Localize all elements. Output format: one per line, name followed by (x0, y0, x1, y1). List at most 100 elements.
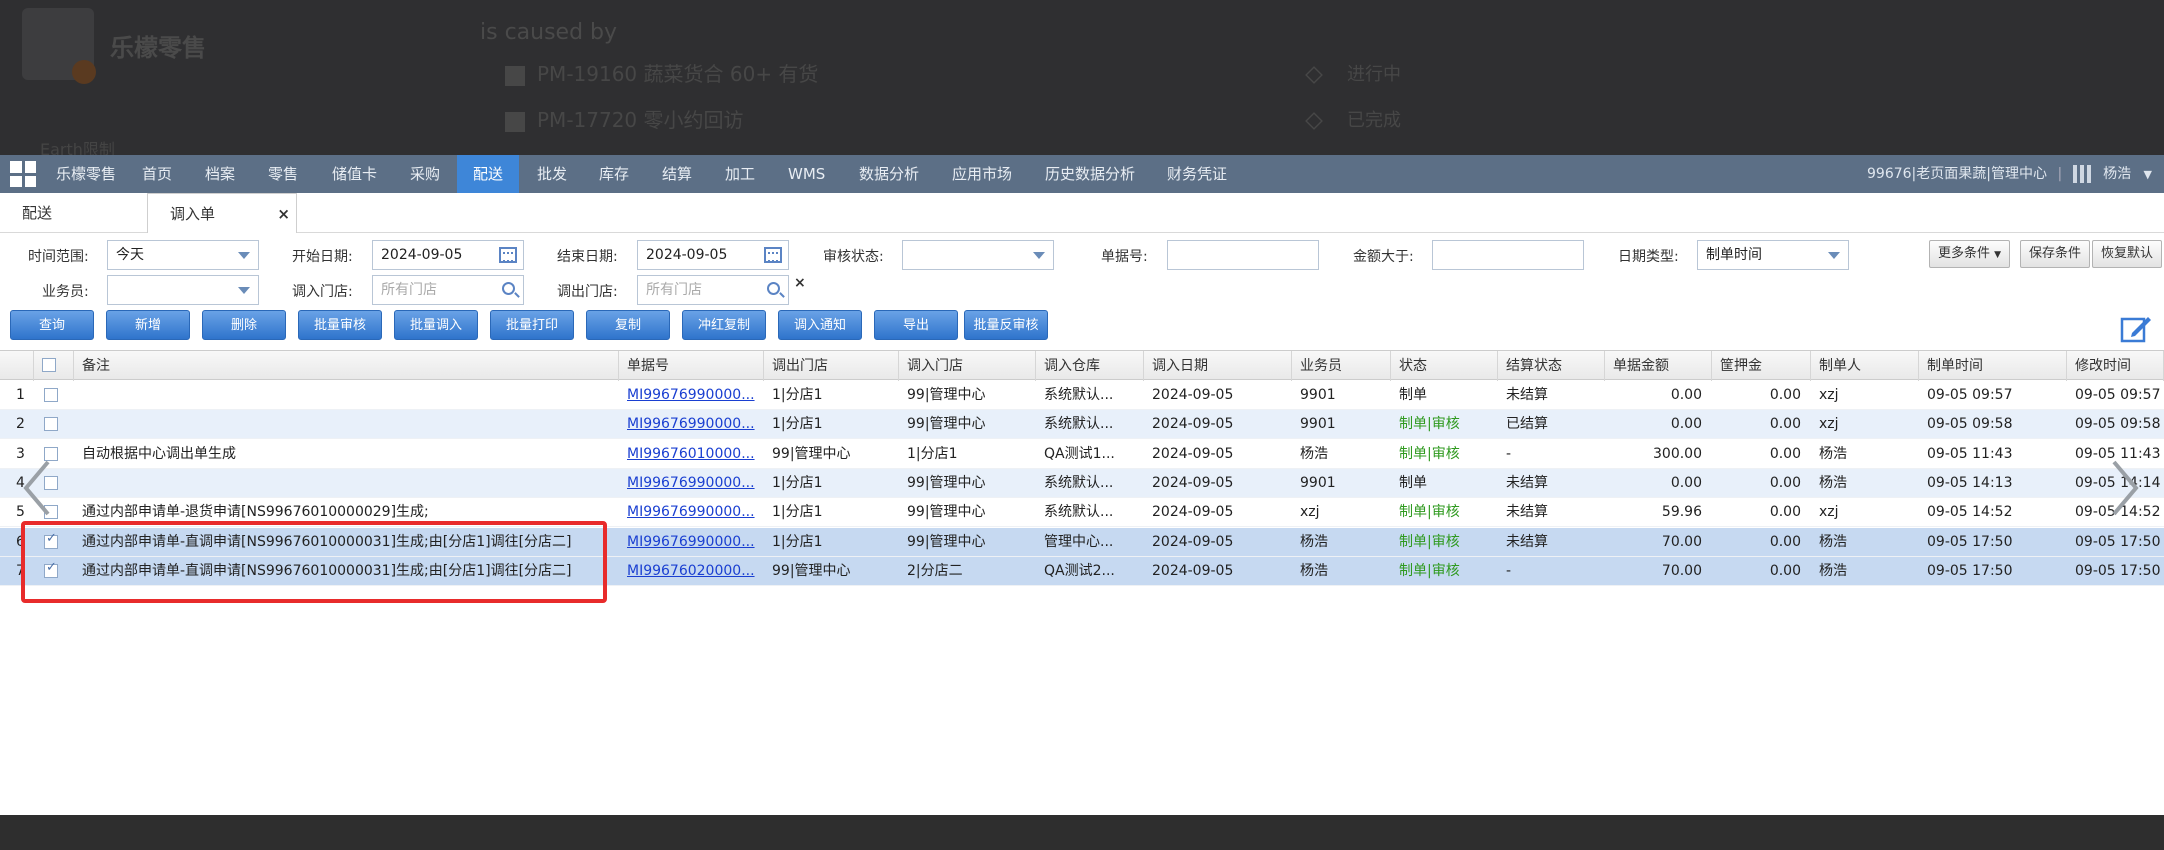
cell-doc[interactable]: MI99676010000... (619, 440, 764, 469)
nav-item[interactable]: 库存 (589, 155, 639, 193)
header-note[interactable]: 备注 (74, 351, 619, 381)
search-icon[interactable] (767, 282, 780, 295)
cell-doc[interactable]: MI99676990000... (619, 410, 764, 439)
nav-item[interactable]: 零售 (258, 155, 308, 193)
select-all-checkbox[interactable] (42, 358, 56, 372)
delete-button[interactable]: 删除 (202, 310, 286, 340)
nav-item[interactable]: 历史数据分析 (1035, 155, 1145, 193)
cell-settle: 已结算 (1506, 416, 1548, 433)
batch-unaudit-button[interactable]: 批量反审核 (964, 310, 1048, 340)
nav-item[interactable]: 批发 (527, 155, 577, 193)
in-store-input[interactable]: 所有门店 (372, 275, 524, 305)
header-status[interactable]: 状态 (1391, 351, 1498, 381)
header-in-store[interactable]: 调入门店 (899, 351, 1036, 381)
cell-settle: 未结算 (1506, 474, 1548, 491)
edit-icon[interactable] (2120, 313, 2152, 343)
row-checkbox[interactable] (44, 417, 58, 432)
salesman-select[interactable] (107, 275, 259, 305)
header-modify-time[interactable]: 修改时间 (2067, 351, 2164, 381)
header-make-time[interactable]: 制单时间 (1919, 351, 2067, 381)
page: 乐檬零售 Earth限制 is caused by PM-19160 蔬菜货合 … (0, 0, 2164, 850)
save-conditions-button[interactable]: 保存条件 (2020, 240, 2091, 268)
cell-doc[interactable]: MI99676990000... (619, 381, 764, 410)
header-date[interactable]: 调入日期 (1144, 351, 1292, 381)
tab-transfer-in[interactable]: 调入单 × (147, 193, 297, 234)
header-warehouse[interactable]: 调入仓库 (1036, 351, 1144, 381)
cell-sales: xzj (1300, 504, 1320, 521)
cell-note (74, 410, 619, 439)
table-row[interactable]: 2 MI99676990000... 1|分店1 99|管理中心 系统默认... 2024… (0, 410, 2164, 440)
bottom-band (0, 815, 2164, 850)
batch-transfer-in-button[interactable]: 批量调入 (394, 310, 478, 340)
nav-item-active[interactable]: 配送 (457, 155, 519, 193)
add-button[interactable]: 新增 (106, 310, 190, 340)
cell-doc[interactable]: MI99676990000... (619, 528, 764, 557)
batch-print-button[interactable]: 批量打印 (490, 310, 574, 340)
audit-status-select[interactable] (902, 240, 1054, 270)
cell-maker: xzj (1819, 416, 1839, 433)
cell-in: 99|管理中心 (907, 416, 986, 433)
table-row[interactable]: 4 MI99676990000... 1|分店1 99|管理中心 系统默认... 2024… (0, 468, 2164, 498)
header-amount[interactable]: 单据金额 (1605, 351, 1712, 381)
priority-icon (1305, 112, 1323, 130)
cell-note: 自动根据中心调出单生成 (82, 445, 236, 462)
nav-item[interactable]: 储值卡 (322, 155, 387, 193)
header-deposit[interactable]: 筐押金 (1712, 351, 1811, 381)
reverse-copy-button[interactable]: 冲红复制 (682, 310, 766, 340)
header-maker[interactable]: 制单人 (1811, 351, 1919, 381)
doc-no-input[interactable] (1167, 240, 1319, 270)
cell-in: 99|管理中心 (907, 533, 986, 550)
time-range-select[interactable]: 今天 (107, 240, 259, 270)
nav-item[interactable]: 财务凭证 (1157, 155, 1237, 193)
nav-item[interactable]: 乐檬零售 (46, 155, 126, 193)
end-date-input[interactable]: 2024-09-05 (637, 240, 789, 270)
header-select-all[interactable] (34, 351, 74, 381)
cell-mtime: 09-05 17:50 (1927, 533, 2013, 550)
tab-distribution[interactable]: 配送 (10, 193, 140, 233)
cell-amt: 0.00 (1670, 474, 1702, 491)
cell-doc[interactable]: MI99676990000... (619, 469, 764, 498)
prev-arrow-icon[interactable] (22, 458, 52, 518)
cell-sales: 9901 (1300, 416, 1336, 433)
batch-audit-button[interactable]: 批量审核 (298, 310, 382, 340)
more-conditions-button[interactable]: 更多条件 ▼ (1929, 240, 2011, 268)
row-checkbox[interactable] (44, 388, 58, 402)
search-icon[interactable] (502, 282, 515, 295)
next-arrow-icon[interactable] (2110, 458, 2140, 518)
nav-item[interactable]: WMS (778, 155, 835, 193)
nav-item[interactable]: 首页 (132, 155, 182, 193)
header-settle[interactable]: 结算状态 (1498, 351, 1605, 381)
amount-input[interactable] (1432, 240, 1584, 270)
date-type-select[interactable]: 制单时间 (1697, 240, 1849, 270)
reset-default-button[interactable]: 恢复默认 (2092, 240, 2163, 268)
close-icon[interactable]: × (277, 194, 290, 234)
transfer-notice-button[interactable]: 调入通知 (778, 310, 862, 340)
cell-status: 制单|审核 (1399, 562, 1460, 579)
header-salesman[interactable]: 业务员 (1292, 351, 1391, 381)
header-doc-no[interactable]: 单据号 (619, 351, 764, 381)
copy-button[interactable]: 复制 (586, 310, 670, 340)
table-row[interactable]: 3 自动根据中心调出单生成 MI99676010000... 99|管理中心 1|分店1… (0, 440, 2164, 469)
checkbox-icon (505, 111, 525, 132)
cell-wh: 系统默认... (1044, 504, 1114, 521)
cell-doc[interactable]: MI99676020000... (619, 557, 764, 586)
export-button[interactable]: 导出 (874, 310, 958, 340)
table-row[interactable]: 1 MI99676990000... 1|分店1 99|管理中心 系统默认... 2024… (0, 381, 2164, 410)
time-range-label: 时间范围: (28, 249, 89, 265)
nav-item[interactable]: 档案 (195, 155, 245, 193)
nav-item[interactable]: 结算 (652, 155, 702, 193)
query-button[interactable]: 查询 (10, 310, 94, 340)
nav-item[interactable]: 加工 (715, 155, 765, 193)
clear-icon[interactable]: × (794, 275, 806, 291)
nav-item[interactable]: 数据分析 (849, 155, 929, 193)
nav-item[interactable]: 应用市场 (942, 155, 1022, 193)
nav-user-area[interactable]: 99676|老页面果蔬|管理中心 | 杨浩 ▼ (1867, 155, 2152, 193)
calendar-icon[interactable] (499, 247, 517, 263)
nav-item[interactable]: 采购 (400, 155, 450, 193)
header-out-store[interactable]: 调出门店 (764, 351, 899, 381)
out-store-input[interactable]: 所有门店 (637, 275, 789, 305)
cell-doc[interactable]: MI99676990000... (619, 498, 764, 527)
app-grid-icon[interactable] (10, 161, 36, 187)
start-date-input[interactable]: 2024-09-05 (372, 240, 524, 270)
calendar-icon[interactable] (764, 247, 782, 263)
